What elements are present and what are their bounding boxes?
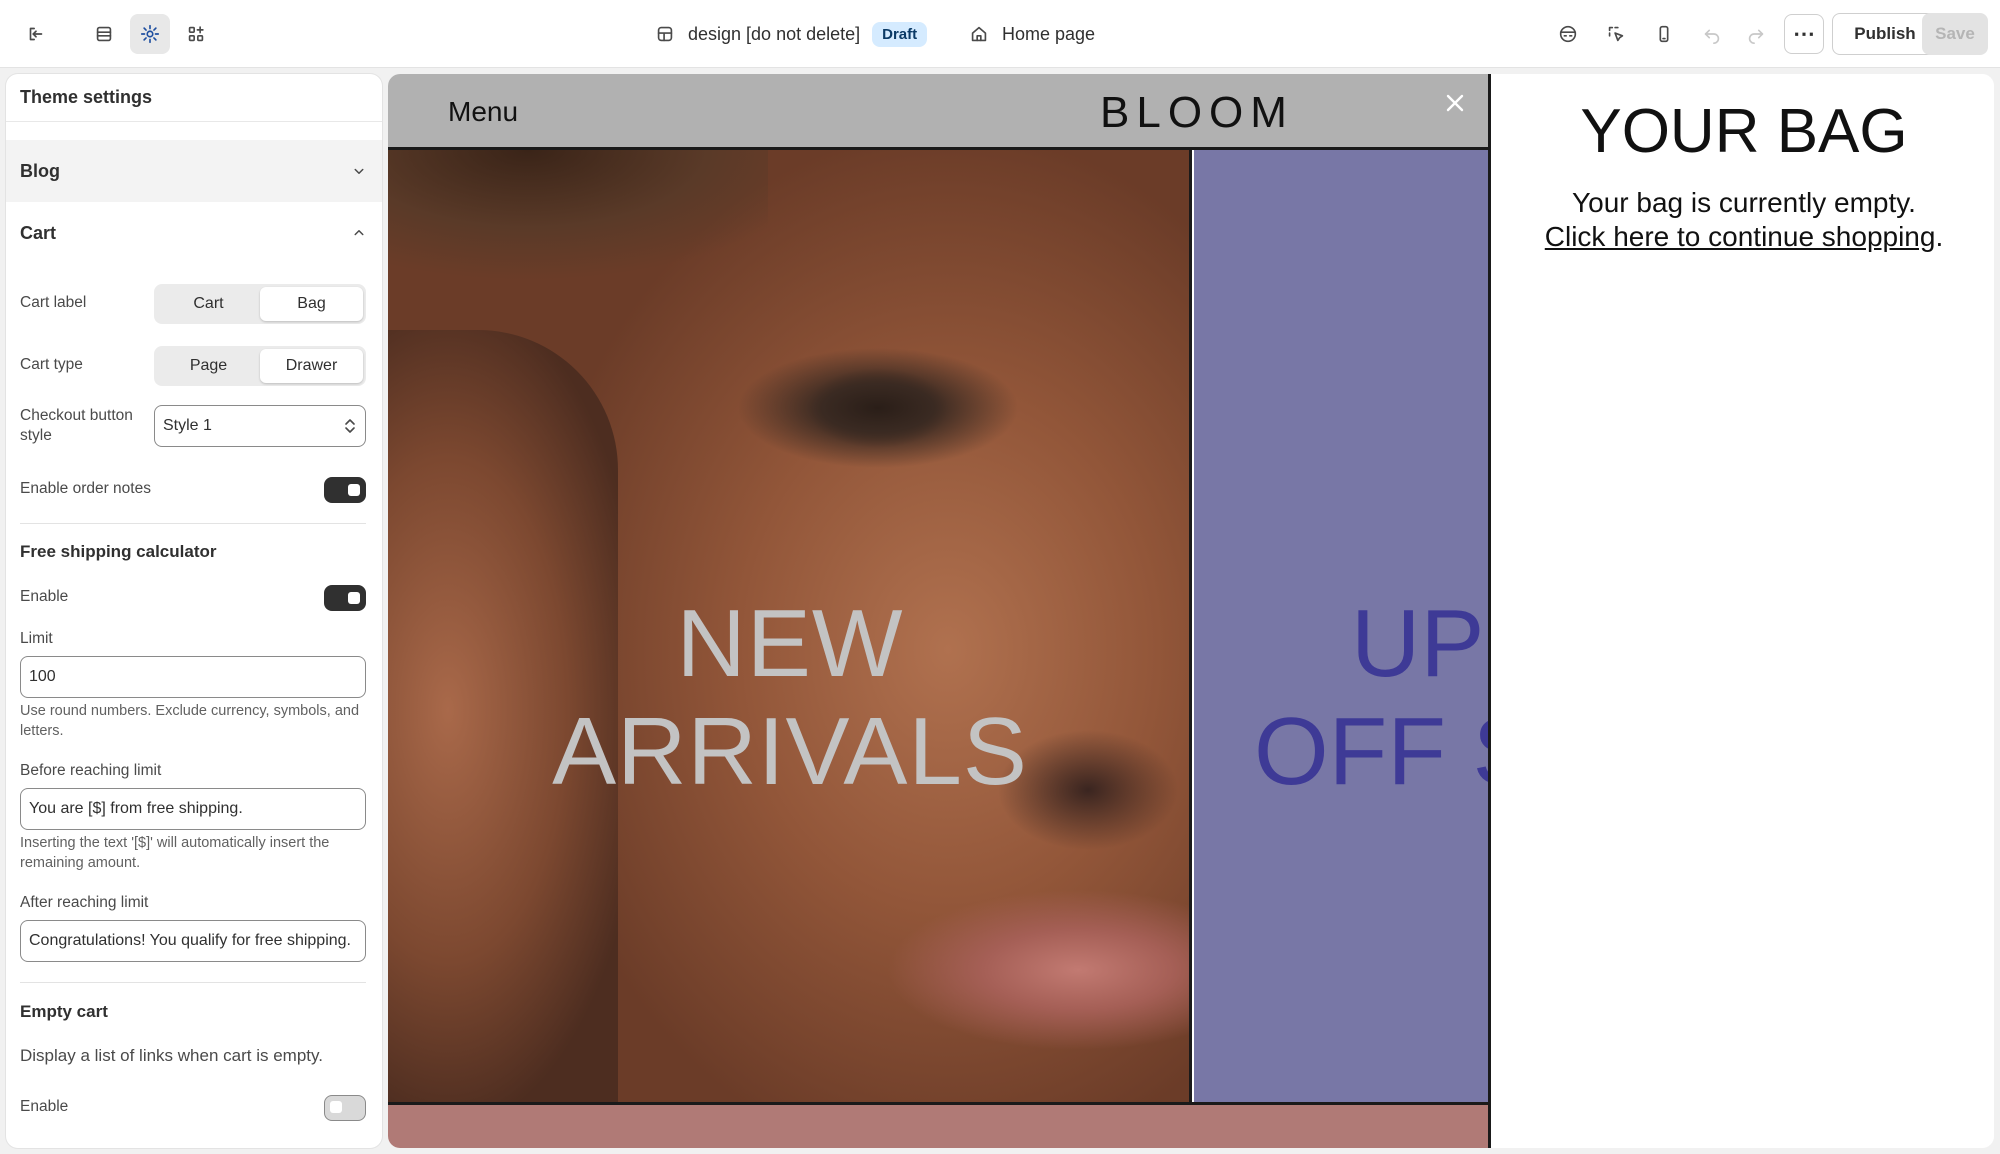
order-notes-toggle[interactable] xyxy=(324,477,366,503)
before-limit-input[interactable]: You are [$] from free shipping. xyxy=(20,788,366,830)
more-actions-button[interactable]: ⋯ xyxy=(1784,14,1824,54)
chevron-down-icon xyxy=(354,168,364,174)
before-limit-label: Before reaching limit xyxy=(20,762,162,779)
divider xyxy=(20,982,366,983)
menu-link[interactable]: Menu xyxy=(448,96,518,128)
next-section-band xyxy=(388,1105,1488,1148)
cart-drawer-title: YOUR BAG xyxy=(1580,97,1908,166)
home-icon xyxy=(971,26,987,42)
limit-input[interactable]: 100 xyxy=(20,656,366,698)
checkout-button-style-select[interactable]: Style 1 xyxy=(154,405,366,447)
cart-type-option-drawer[interactable]: Drawer xyxy=(260,349,363,383)
hero-image-new-arrivals[interactable]: NEW ARRIVALS xyxy=(388,150,1192,1102)
theme-info[interactable]: design [do not delete] Draft xyxy=(654,14,928,54)
section-cart[interactable]: Cart xyxy=(6,202,382,264)
redo-icon[interactable] xyxy=(1736,14,1776,54)
empty-text: Your bag is currently empty. xyxy=(1572,187,1916,218)
close-icon xyxy=(1446,94,1464,112)
store-logo[interactable]: BLOOM xyxy=(1100,88,1294,138)
app-blocks-icon[interactable] xyxy=(176,14,216,54)
empty-cart-description: Display a list of links when cart is emp… xyxy=(20,1046,323,1065)
hero-heading-left: NEW ARRIVALS xyxy=(388,590,1192,806)
limit-label: Limit xyxy=(20,630,53,647)
page-name: Home page xyxy=(1002,23,1096,44)
section-label: Cart xyxy=(20,222,57,243)
cart-label-segmented[interactable]: Cart Bag xyxy=(154,284,366,324)
after-limit-input[interactable]: Congratulations! You qualify for free sh… xyxy=(20,920,366,962)
page-selector[interactable]: Home page xyxy=(968,14,1095,54)
select-arrows-icon xyxy=(345,419,355,433)
limit-help-text: Use round numbers. Exclude currency, sym… xyxy=(20,703,360,739)
punctuation: . xyxy=(1935,221,1944,252)
free-shipping-enable-label: Enable xyxy=(20,588,69,605)
continue-shopping-link[interactable]: Click here to continue shopping xyxy=(1545,221,1936,252)
site-header: Menu BLOOM xyxy=(388,74,1488,150)
exit-icon[interactable] xyxy=(16,14,56,54)
empty-cart-toggle[interactable] xyxy=(324,1095,366,1121)
hero-photo-hair xyxy=(388,150,768,280)
editor-topbar: design [do not delete] Draft Home page ⋯… xyxy=(0,0,2000,68)
empty-cart-enable-label: Enable xyxy=(20,1098,69,1115)
theme-name: design [do not delete] xyxy=(688,23,861,44)
divider xyxy=(20,523,366,524)
sections-icon[interactable] xyxy=(84,14,124,54)
theme-icon xyxy=(657,26,673,42)
cart-drawer: YOUR BAG Your bag is currently empty. Cl… xyxy=(1488,74,1994,1148)
panel-title: Theme settings xyxy=(6,74,382,122)
preview-mode-icon[interactable] xyxy=(1548,14,1588,54)
section-blog[interactable]: Blog xyxy=(6,140,382,202)
before-limit-help-text: Inserting the text '[$]' will automatica… xyxy=(20,835,330,871)
hero-heading-line: ARRIVALS xyxy=(552,698,1028,805)
cart-label-option-bag[interactable]: Bag xyxy=(260,287,363,321)
inspector-icon[interactable] xyxy=(1596,14,1636,54)
close-drawer-button[interactable] xyxy=(1440,88,1470,118)
enable-order-notes-label: Enable order notes xyxy=(20,480,151,497)
cart-label-label: Cart label xyxy=(20,294,87,311)
mobile-view-icon[interactable] xyxy=(1644,14,1684,54)
hero-heading-line: NEW xyxy=(676,590,904,697)
theme-settings-icon[interactable] xyxy=(130,14,170,54)
free-shipping-toggle[interactable] xyxy=(324,585,366,611)
empty-cart-heading: Empty cart xyxy=(20,1002,108,1021)
after-limit-label: After reaching limit xyxy=(20,894,149,911)
cart-type-option-page[interactable]: Page xyxy=(157,349,260,383)
status-badge: Draft xyxy=(872,21,928,47)
storefront-preview: Menu BLOOM NEW ARRIVALS UP OFF S YOUR BA… xyxy=(388,74,1994,1148)
cart-type-segmented[interactable]: Page Drawer xyxy=(154,346,366,386)
save-button[interactable]: Save xyxy=(1922,13,1988,55)
section-label: Blog xyxy=(20,160,60,181)
cart-type-label: Cart type xyxy=(20,356,83,373)
theme-settings-panel: Theme settings Blog Cart Cart label Cart… xyxy=(6,74,382,1148)
hero-promo-panel[interactable]: UP OFF S xyxy=(1194,150,1537,1102)
free-shipping-heading: Free shipping calculator xyxy=(20,542,217,561)
chevron-up-icon xyxy=(354,230,364,236)
cart-label-option-cart[interactable]: Cart xyxy=(157,287,260,321)
checkout-button-style-label: Checkout button style xyxy=(20,407,133,444)
undo-icon[interactable] xyxy=(1692,14,1732,54)
select-value: Style 1 xyxy=(163,417,212,434)
cart-empty-message: Your bag is currently empty. Click here … xyxy=(1491,186,1994,254)
